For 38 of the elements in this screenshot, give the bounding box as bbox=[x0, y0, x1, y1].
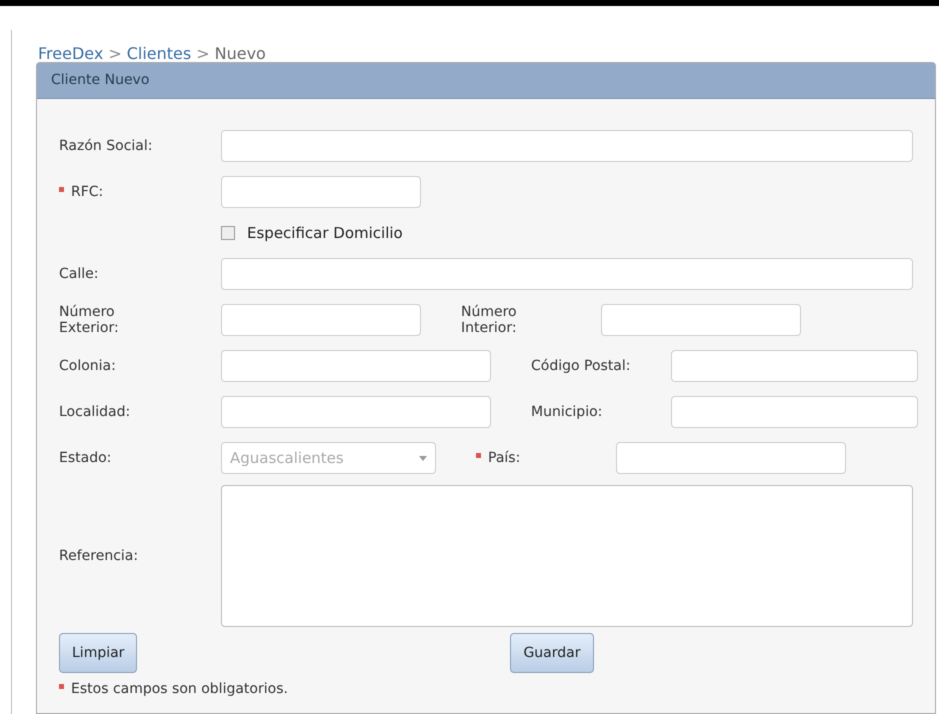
field-label: Calle: bbox=[59, 266, 100, 282]
field-label: Referencia: bbox=[59, 548, 140, 564]
input-field[interactable] bbox=[221, 258, 913, 290]
required-note: Estos campos son obligatorios. bbox=[71, 680, 288, 699]
field-label: Número Exterior: bbox=[59, 304, 120, 336]
input-field[interactable] bbox=[671, 396, 918, 428]
field-label: Razón Social: bbox=[59, 138, 154, 154]
panel-title: Cliente Nuevo bbox=[51, 71, 150, 90]
checkbox-label: Especificar Domicilio bbox=[247, 222, 403, 244]
input-field[interactable] bbox=[221, 304, 421, 336]
form-button[interactable]: Limpiar bbox=[59, 633, 138, 673]
breadcrumb-link[interactable]: Clientes bbox=[126, 46, 192, 62]
field-label: Localidad: bbox=[59, 404, 132, 420]
caret-icon bbox=[419, 456, 427, 460]
breadcrumb-link[interactable]: FreeDex bbox=[38, 46, 104, 62]
input-field[interactable] bbox=[221, 396, 491, 428]
checkbox[interactable] bbox=[221, 226, 235, 240]
field-label: RFC: bbox=[71, 184, 104, 200]
form-button[interactable]: Guardar bbox=[510, 633, 594, 673]
field-label: Número Interior: bbox=[461, 304, 518, 336]
required-mark-icon bbox=[476, 452, 481, 458]
breadcrumb-separator: > bbox=[196, 46, 210, 62]
input-field[interactable] bbox=[671, 350, 918, 382]
input-field[interactable] bbox=[221, 350, 491, 382]
input-field[interactable] bbox=[616, 442, 846, 474]
field-label: Colonia: bbox=[59, 358, 117, 374]
required-mark-icon bbox=[59, 186, 64, 192]
input-field[interactable] bbox=[601, 304, 801, 336]
field-label: Estado: bbox=[59, 450, 112, 466]
breadcrumb-separator: > bbox=[108, 46, 122, 62]
input-field[interactable] bbox=[221, 130, 913, 162]
required-mark-icon bbox=[59, 684, 64, 689]
field-label: Municipio: bbox=[531, 404, 604, 420]
breadcrumb-current: Nuevo bbox=[214, 46, 266, 62]
field-label: País: bbox=[488, 450, 522, 466]
reference-textarea[interactable] bbox=[221, 485, 913, 627]
input-field[interactable] bbox=[221, 176, 421, 208]
field-label: Código Postal: bbox=[531, 358, 632, 374]
